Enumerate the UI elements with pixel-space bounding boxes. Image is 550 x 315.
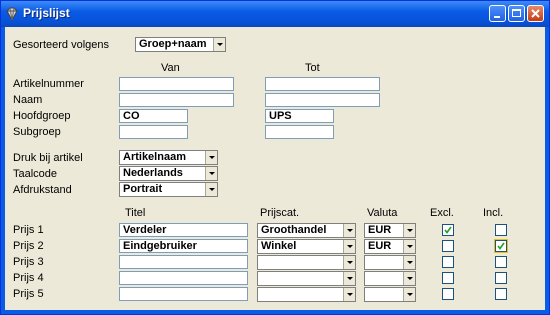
excl-checkbox[interactable] (442, 224, 454, 236)
currency-select[interactable]: EUR (364, 239, 416, 254)
excl-checkbox[interactable] (442, 240, 454, 252)
incl-checkbox[interactable] (495, 256, 507, 268)
artikelnummer-from-input[interactable] (119, 77, 234, 91)
range-label-artikelnummer: Artikelnummer (13, 78, 84, 90)
range-label-naam: Naam (13, 94, 43, 106)
hoofdgroep-from-input[interactable]: CO (119, 109, 188, 123)
price-header-excl: Excl. (430, 207, 454, 219)
minimize-button[interactable] (489, 5, 506, 22)
close-icon (531, 9, 540, 18)
currency-value: EUR (368, 240, 392, 252)
afdrukstand-select[interactable]: Portrait (119, 182, 218, 197)
subgroep-to-input[interactable] (265, 125, 334, 139)
form-area: Gesorteerd volgens Groep+naam Van Tot Ar… (5, 27, 545, 310)
price-category-select[interactable]: Groothandel (257, 223, 356, 238)
incl-checkbox[interactable] (494, 239, 508, 253)
price-category-select[interactable] (257, 287, 356, 302)
price-category-select[interactable] (257, 255, 356, 270)
chevron-down-icon[interactable] (403, 224, 415, 237)
to-header: Tot (305, 62, 320, 74)
price-row-label: Prijs 4 (13, 272, 44, 284)
taalcode-value: Nederlands (123, 167, 183, 179)
incl-checkbox[interactable] (495, 224, 507, 236)
chevron-down-icon[interactable] (403, 272, 415, 285)
currency-select[interactable]: EUR (364, 223, 416, 238)
chevron-down-icon[interactable] (205, 183, 217, 196)
subgroep-from-input[interactable] (119, 125, 188, 139)
chevron-down-icon[interactable] (213, 38, 225, 51)
from-header: Van (161, 62, 180, 74)
prijslijst-window: Prijslijst Gesorteerd volgens Groep+naam… (0, 0, 550, 315)
option-label-taalcode: Taalcode (13, 168, 58, 180)
taalcode-select[interactable]: Nederlands (119, 166, 218, 181)
diamond-app-icon (6, 7, 18, 21)
maximize-button[interactable] (508, 5, 525, 22)
checkmark-icon (497, 242, 505, 250)
title-bar[interactable]: Prijslijst (1, 1, 549, 27)
currency-value: EUR (368, 224, 392, 236)
option-label-afdrukstand: Afdrukstand (13, 184, 72, 196)
druk-bij-artikel-select[interactable]: Artikelnaam (119, 150, 218, 165)
chevron-down-icon[interactable] (343, 240, 355, 253)
price-title-input[interactable] (119, 287, 248, 301)
artikelnummer-to-input[interactable] (265, 77, 380, 91)
chevron-down-icon[interactable] (343, 224, 355, 237)
currency-select[interactable] (364, 287, 416, 302)
druk-bij-artikel-value: Artikelnaam (123, 151, 186, 163)
naam-from-input[interactable] (119, 93, 234, 107)
chevron-down-icon[interactable] (343, 288, 355, 301)
price-header-incl: Incl. (483, 207, 504, 219)
option-label-druk-bij-artikel: Druk bij artikel (13, 152, 83, 164)
incl-checkbox[interactable] (495, 272, 507, 284)
price-category-select[interactable] (257, 271, 356, 286)
price-row-label: Prijs 5 (13, 288, 44, 300)
chevron-down-icon[interactable] (403, 240, 415, 253)
chevron-down-icon[interactable] (205, 151, 217, 164)
incl-checkbox[interactable] (495, 288, 507, 300)
range-label-subgroep: Subgroep (13, 126, 61, 138)
price-header-title: Titel (125, 207, 146, 219)
price-row-label: Prijs 3 (13, 256, 44, 268)
sort-value: Groep+naam (139, 38, 207, 50)
price-row-label: Prijs 1 (13, 224, 44, 236)
excl-checkbox[interactable] (442, 288, 454, 300)
price-category-value: Groothandel (261, 224, 327, 236)
price-row-label: Prijs 2 (13, 240, 44, 252)
price-title-input[interactable]: Eindgebruiker (119, 239, 248, 253)
chevron-down-icon[interactable] (403, 288, 415, 301)
price-header-pricecat: Prijscat. (260, 207, 300, 219)
sort-label: Gesorteerd volgens (13, 39, 109, 51)
price-title-input[interactable]: Verdeler (119, 223, 248, 237)
range-label-hoofdgroep: Hoofdgroep (13, 110, 71, 122)
minimize-icon (494, 16, 500, 18)
close-button[interactable] (527, 5, 544, 22)
window-title: Prijslijst (23, 6, 70, 20)
maximize-icon (512, 9, 521, 17)
currency-select[interactable] (364, 255, 416, 270)
currency-select[interactable] (364, 271, 416, 286)
price-title-input[interactable] (119, 271, 248, 285)
checkmark-icon (444, 226, 452, 234)
chevron-down-icon[interactable] (403, 256, 415, 269)
price-category-value: Winkel (261, 240, 297, 252)
excl-checkbox[interactable] (442, 256, 454, 268)
chevron-down-icon[interactable] (343, 272, 355, 285)
chevron-down-icon[interactable] (205, 167, 217, 180)
sort-select[interactable]: Groep+naam (135, 37, 226, 52)
naam-to-input[interactable] (265, 93, 380, 107)
hoofdgroep-to-input[interactable]: UPS (265, 109, 334, 123)
price-header-currency: Valuta (367, 207, 398, 219)
price-category-select[interactable]: Winkel (257, 239, 356, 254)
price-title-input[interactable] (119, 255, 248, 269)
afdrukstand-value: Portrait (123, 183, 163, 195)
excl-checkbox[interactable] (442, 272, 454, 284)
chevron-down-icon[interactable] (343, 256, 355, 269)
